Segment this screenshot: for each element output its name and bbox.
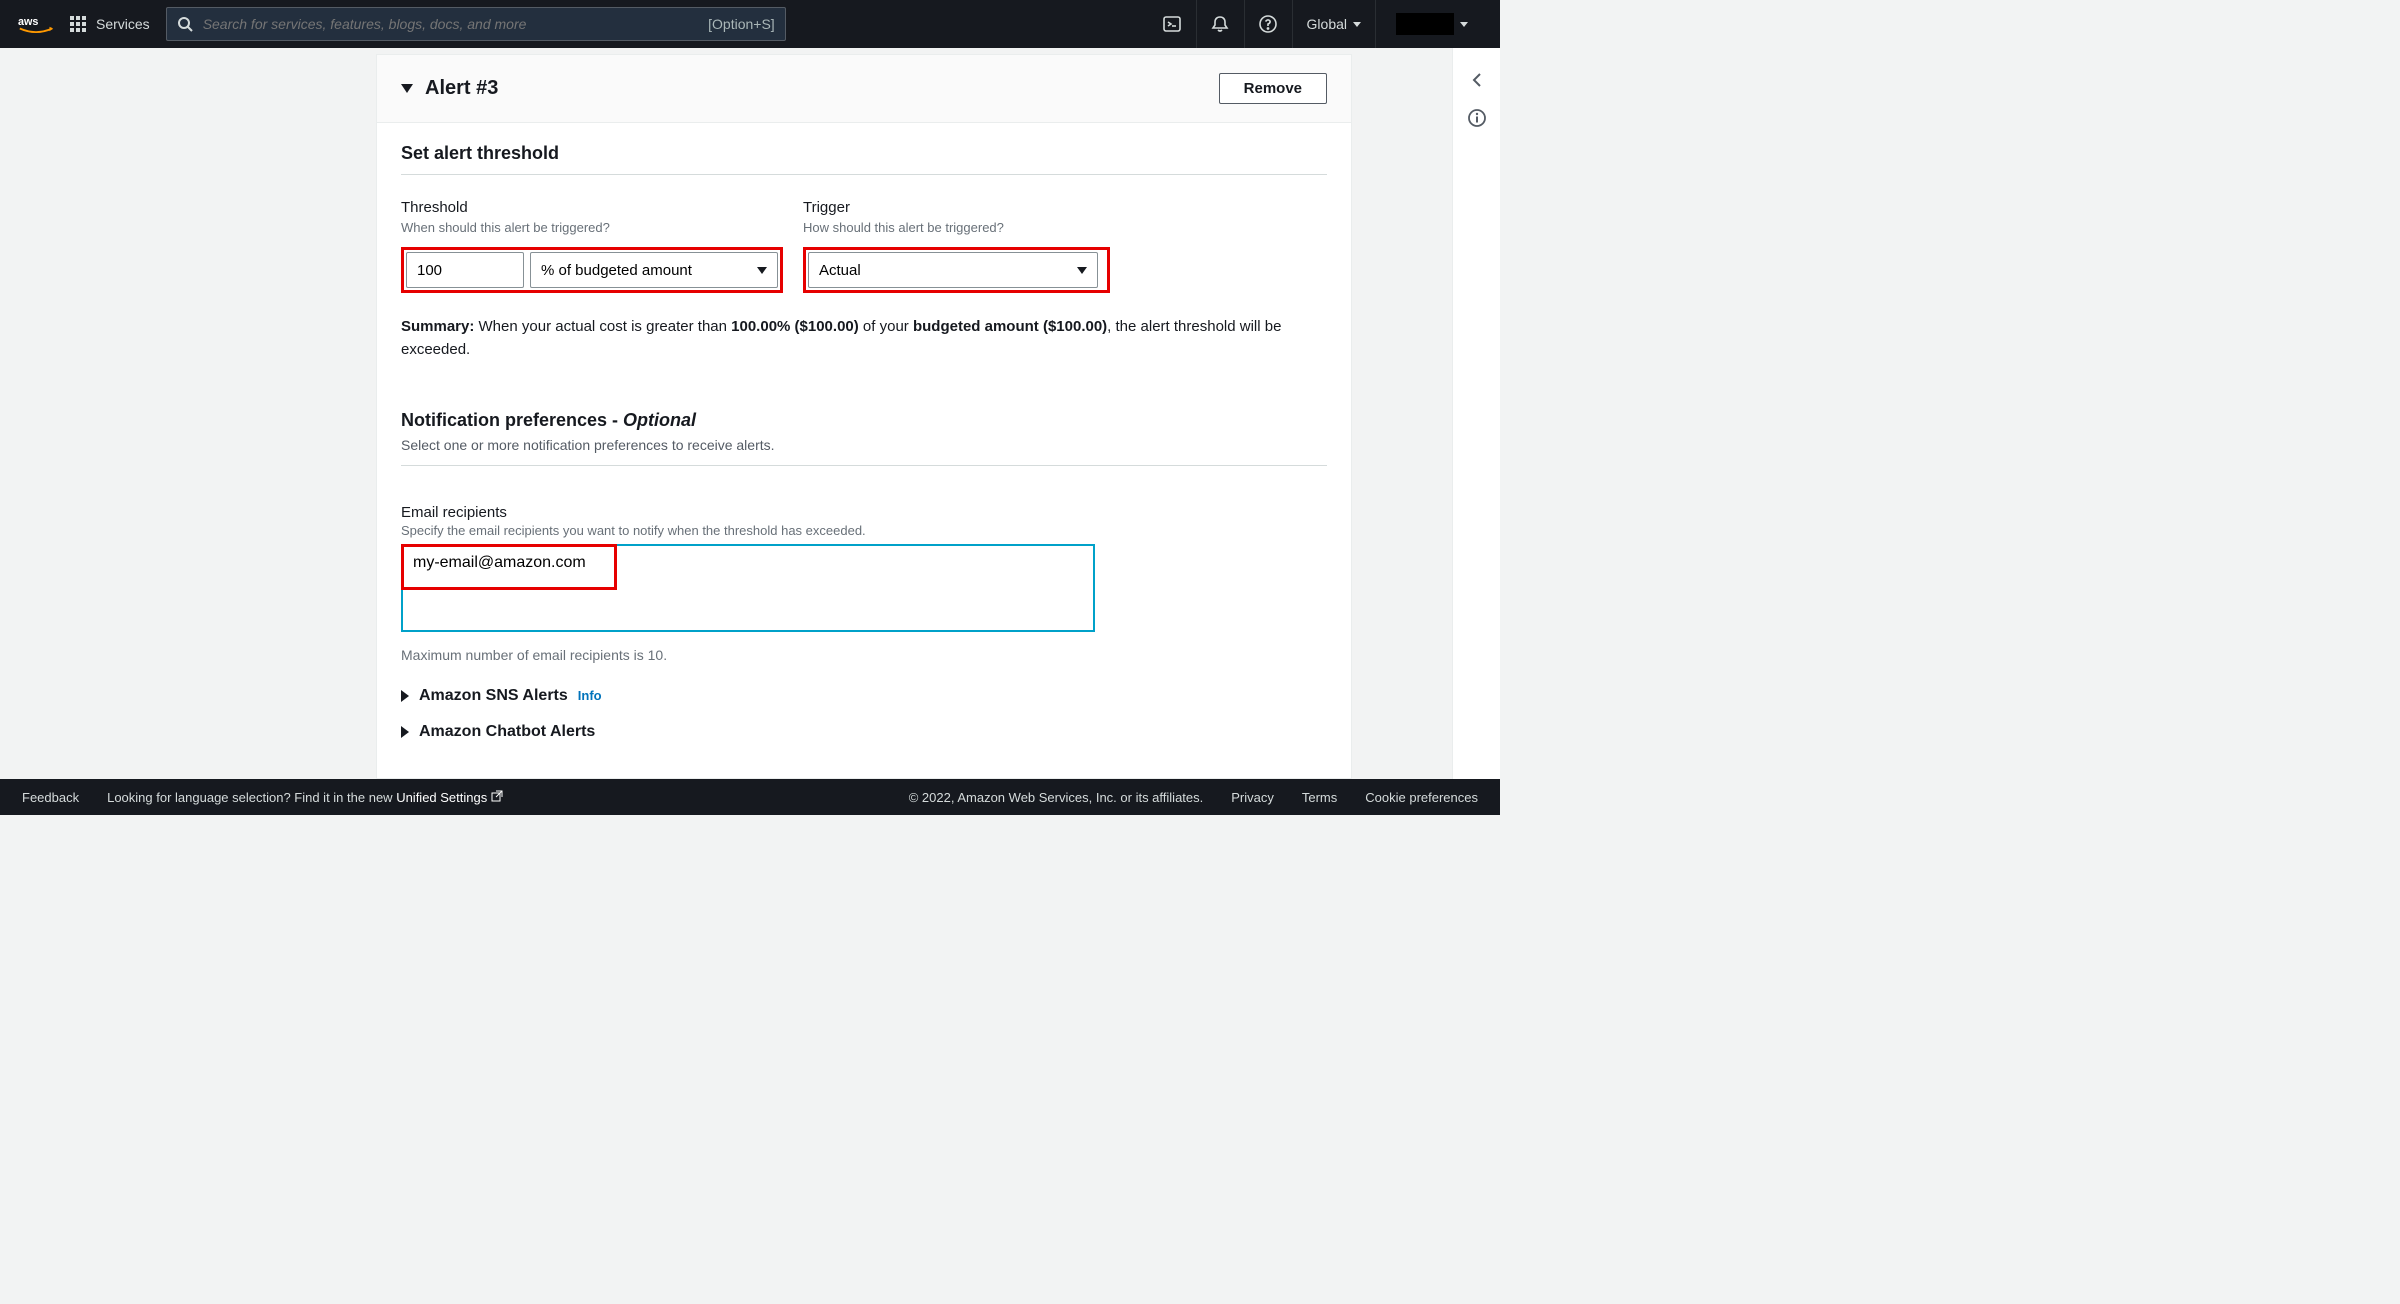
divider [401,174,1327,175]
help-icon [1258,14,1278,34]
caret-down-icon [1353,22,1361,27]
email-recipients-input[interactable] [401,544,1095,632]
services-menu-button[interactable]: Services [70,16,150,32]
notifications-button[interactable] [1196,0,1244,48]
grid-icon [70,16,86,32]
trigger-help: How should this alert be triggered? [803,220,1110,235]
help-button[interactable] [1244,0,1292,48]
feedback-link[interactable]: Feedback [22,790,79,805]
account-menu[interactable] [1375,0,1482,48]
summary-text1: When your actual cost is greater than [474,318,731,335]
account-id-masked [1396,13,1454,35]
info-icon [1467,108,1487,128]
copyright: © 2022, Amazon Web Services, Inc. or its… [909,790,1204,805]
unified-settings-link[interactable]: Unified Settings [396,790,503,805]
notif-title-optional: Optional [623,410,696,430]
remove-button[interactable]: Remove [1219,73,1327,104]
privacy-link[interactable]: Privacy [1231,790,1274,805]
expand-icon [401,726,409,738]
caret-down-icon [1460,22,1468,27]
email-label: Email recipients [401,504,1327,521]
summary-text2: of your [859,318,913,335]
lang-hint: Looking for language selection? Find it … [107,790,503,805]
cookie-prefs-link[interactable]: Cookie preferences [1365,790,1478,805]
top-navigation: aws Services [Option+S] [0,0,1500,48]
email-help: Specify the email recipients you want to… [401,523,1327,538]
global-search[interactable]: [Option+S] [166,7,786,41]
footer: Feedback Looking for language selection?… [0,779,1500,815]
threshold-unit-value: % of budgeted amount [541,262,692,279]
region-label: Global [1307,16,1347,32]
services-label: Services [96,16,150,32]
search-input[interactable] [203,16,698,32]
threshold-unit-dropdown[interactable]: % of budgeted amount [530,252,778,288]
cloudshell-button[interactable] [1148,0,1196,48]
threshold-section-title: Set alert threshold [401,143,1327,174]
cloudshell-icon [1162,14,1182,34]
notif-subtitle: Select one or more notification preferen… [401,437,1327,453]
region-selector[interactable]: Global [1292,0,1375,48]
alert-title: Alert #3 [425,77,498,100]
divider [401,465,1327,466]
alert-panel-header: Alert #3 Remove [377,55,1351,123]
trigger-label: Trigger [803,199,1110,216]
threshold-help: When should this alert be triggered? [401,220,783,235]
trigger-value: Actual [819,262,861,279]
right-tools-rail [1452,48,1500,779]
workspace: Alert #3 Remove Set alert threshold Thre… [0,48,1500,779]
trigger-field: Trigger How should this alert be trigger… [803,199,1110,293]
highlight-threshold: % of budgeted amount [401,247,783,293]
chevron-left-icon [1468,71,1486,89]
summary-amt: budgeted amount ($100.00) [913,318,1107,335]
left-gutter [0,48,376,779]
threshold-trigger-row: Threshold When should this alert be trig… [401,199,1327,293]
expand-icon [401,690,409,702]
threshold-field: Threshold When should this alert be trig… [401,199,783,293]
email-max-note: Maximum number of email recipients is 10… [401,647,1327,663]
search-icon [177,16,193,32]
notif-title-main: Notification preferences - [401,410,623,430]
chatbot-alerts-title: Amazon Chatbot Alerts [419,723,595,741]
highlight-trigger: Actual [803,247,1110,293]
email-input-wrap [401,544,1327,637]
sns-info-link[interactable]: Info [578,688,602,703]
caret-down-icon [757,267,767,274]
aws-logo-icon: aws [18,13,54,35]
sns-alerts-expander[interactable]: Amazon SNS Alerts Info [401,687,1327,705]
chatbot-alerts-expander[interactable]: Amazon Chatbot Alerts [401,723,1327,741]
alert-panel-body: Set alert threshold Threshold When shoul… [377,123,1351,765]
collapse-rail-button[interactable] [1461,64,1493,96]
alert-panel: Alert #3 Remove Set alert threshold Thre… [376,54,1352,779]
bell-icon [1210,14,1230,34]
threshold-value-input[interactable] [406,252,524,288]
summary-label: Summary: [401,318,474,335]
threshold-label: Threshold [401,199,783,216]
summary-pct: 100.00% ($100.00) [731,318,859,335]
svg-text:aws: aws [18,16,38,28]
external-link-icon [491,790,503,805]
sns-alerts-title: Amazon SNS Alerts [419,687,568,705]
terms-link[interactable]: Terms [1302,790,1337,805]
collapse-toggle[interactable] [401,84,413,93]
lang-hint-text: Looking for language selection? Find it … [107,790,396,805]
trigger-dropdown[interactable]: Actual [808,252,1098,288]
info-rail-button[interactable] [1461,102,1493,134]
threshold-summary: Summary: When your actual cost is greate… [401,315,1327,362]
notif-title: Notification preferences - Optional [401,410,1327,431]
topnav-icons: Global [1148,0,1482,48]
search-shortcut-hint: [Option+S] [708,16,775,32]
caret-down-icon [1077,267,1087,274]
